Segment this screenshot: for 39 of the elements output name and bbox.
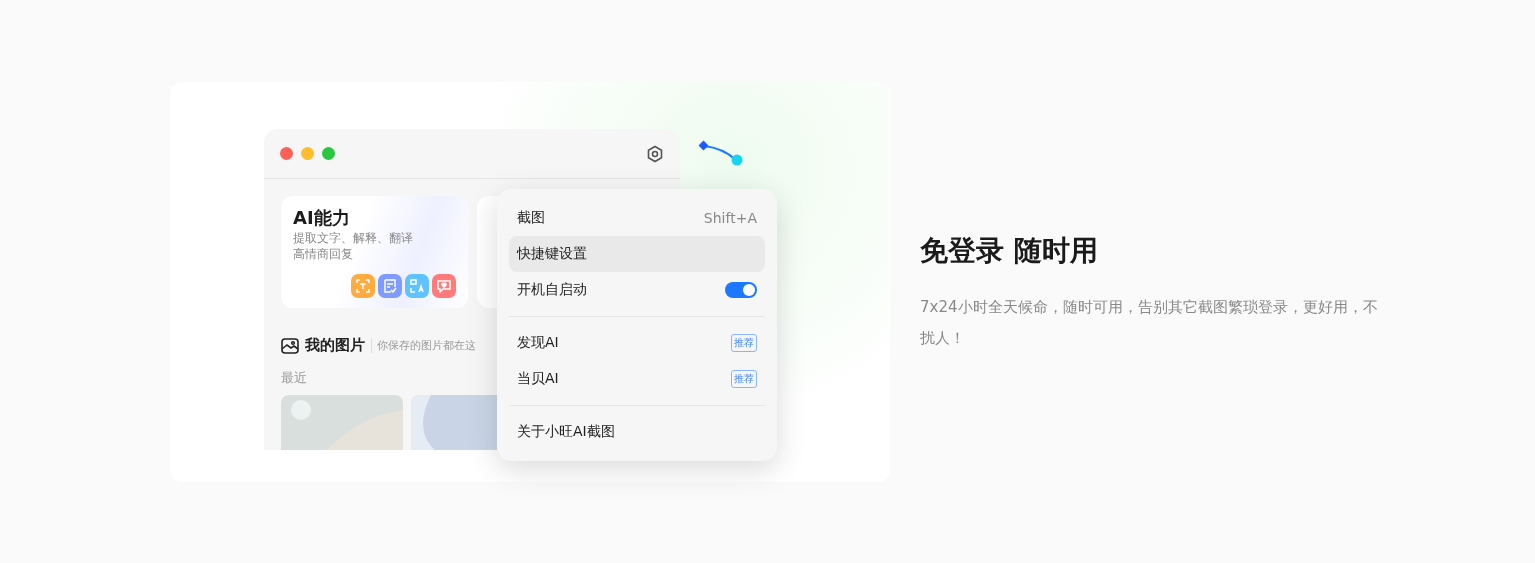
menu-item-label: 截图 [517, 209, 545, 227]
text-scan-icon [356, 279, 370, 293]
menu-item[interactable]: 快捷键设置 [509, 236, 765, 272]
tool-button[interactable] [351, 274, 375, 298]
feature-title: 免登录 随时用 [920, 233, 1099, 269]
maximize-dot[interactable] [322, 147, 335, 160]
toggle-switch[interactable] [725, 282, 757, 298]
tool-button[interactable] [405, 274, 429, 298]
menu-item-label: 发现AI [517, 334, 559, 352]
menu-item-label: 快捷键设置 [517, 245, 587, 263]
curve-decoration-drawing [698, 140, 744, 166]
menu-item-label: 当贝AI [517, 370, 559, 388]
menu-item[interactable]: 当贝AI 推荐 [509, 361, 765, 397]
menu-item-label: 开机自启动 [517, 281, 587, 299]
menu-item[interactable]: 关于小旺AI截图 [509, 414, 765, 450]
close-dot[interactable] [280, 147, 293, 160]
section-title: 我的图片 [305, 336, 365, 355]
chat-icon [437, 279, 451, 293]
card-description: 高情商回复 [293, 246, 354, 262]
settings-icon[interactable] [646, 144, 664, 163]
shortcut-hint: Shift+A [703, 210, 757, 226]
tool-button[interactable] [432, 274, 456, 298]
menu-item[interactable]: 发现AI 推荐 [509, 325, 765, 361]
feature-card[interactable]: AI能力 提取文字、解释、翻译 高情商回复 [281, 196, 468, 308]
menu-item[interactable]: 开机自启动 [509, 272, 765, 308]
recent-label: 最近 [281, 369, 307, 387]
menu-item-label: 关于小旺AI截图 [517, 423, 615, 441]
note-icon [383, 279, 397, 293]
section-subtitle: 你保存的图片都在这 [371, 338, 476, 353]
recommend-badge: 推荐 [731, 334, 757, 352]
feature-description: 7x24小时全天候命，随时可用，告别其它截图繁琐登录，更好用，不扰人！ [920, 297, 1379, 349]
card-description: 提取文字、解释、翻译 [293, 230, 414, 246]
translate-icon [410, 279, 424, 293]
minimize-dot[interactable] [301, 147, 314, 160]
tool-button[interactable] [378, 274, 402, 298]
image-icon [281, 337, 299, 354]
card-title: AI能力 [293, 206, 351, 230]
menu-item[interactable]: 截图 Shift+A [509, 200, 765, 236]
recommend-badge: 推荐 [731, 370, 757, 388]
